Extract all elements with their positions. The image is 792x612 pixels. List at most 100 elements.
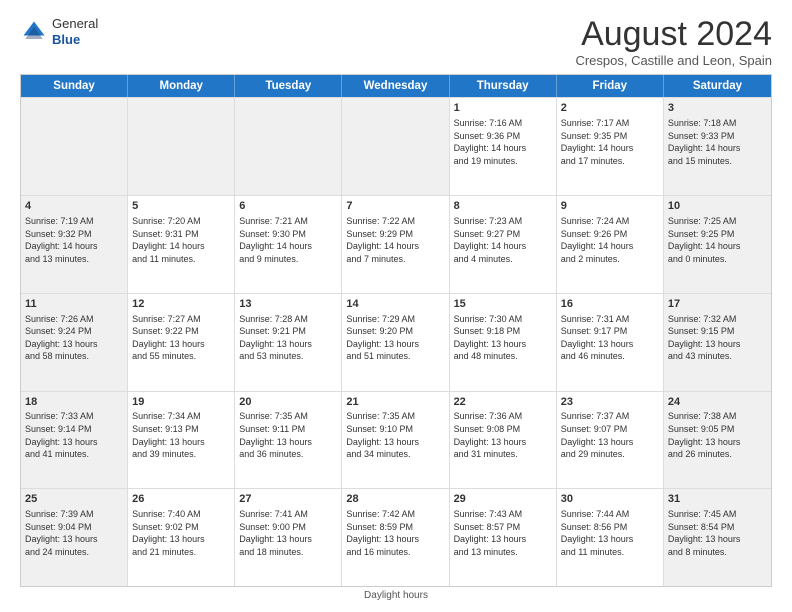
cell-detail: Sunrise: 7:42 AM Sunset: 8:59 PM Dayligh… <box>346 508 444 558</box>
day-number: 22 <box>454 395 552 410</box>
cal-cell-empty <box>235 98 342 195</box>
day-number: 5 <box>132 199 230 214</box>
cal-cell-empty <box>342 98 449 195</box>
cal-cell-13: 13Sunrise: 7:28 AM Sunset: 9:21 PM Dayli… <box>235 294 342 391</box>
cal-cell-5: 5Sunrise: 7:20 AM Sunset: 9:31 PM Daylig… <box>128 196 235 293</box>
cell-detail: Sunrise: 7:23 AM Sunset: 9:27 PM Dayligh… <box>454 215 552 265</box>
cell-detail: Sunrise: 7:44 AM Sunset: 8:56 PM Dayligh… <box>561 508 659 558</box>
cal-cell-19: 19Sunrise: 7:34 AM Sunset: 9:13 PM Dayli… <box>128 392 235 489</box>
cell-detail: Sunrise: 7:17 AM Sunset: 9:35 PM Dayligh… <box>561 117 659 167</box>
cal-cell-empty <box>128 98 235 195</box>
day-number: 30 <box>561 492 659 507</box>
day-of-week-wednesday: Wednesday <box>342 75 449 97</box>
cal-cell-1: 1Sunrise: 7:16 AM Sunset: 9:36 PM Daylig… <box>450 98 557 195</box>
logo: General Blue <box>20 16 98 47</box>
cell-detail: Sunrise: 7:35 AM Sunset: 9:11 PM Dayligh… <box>239 410 337 460</box>
cal-cell-6: 6Sunrise: 7:21 AM Sunset: 9:30 PM Daylig… <box>235 196 342 293</box>
cal-cell-26: 26Sunrise: 7:40 AM Sunset: 9:02 PM Dayli… <box>128 489 235 586</box>
calendar: SundayMondayTuesdayWednesdayThursdayFrid… <box>20 74 772 587</box>
day-of-week-monday: Monday <box>128 75 235 97</box>
cal-cell-12: 12Sunrise: 7:27 AM Sunset: 9:22 PM Dayli… <box>128 294 235 391</box>
cal-cell-31: 31Sunrise: 7:45 AM Sunset: 8:54 PM Dayli… <box>664 489 771 586</box>
cell-detail: Sunrise: 7:16 AM Sunset: 9:36 PM Dayligh… <box>454 117 552 167</box>
cell-detail: Sunrise: 7:45 AM Sunset: 8:54 PM Dayligh… <box>668 508 767 558</box>
day-number: 9 <box>561 199 659 214</box>
cal-cell-3: 3Sunrise: 7:18 AM Sunset: 9:33 PM Daylig… <box>664 98 771 195</box>
day-number: 27 <box>239 492 337 507</box>
calendar-body: 1Sunrise: 7:16 AM Sunset: 9:36 PM Daylig… <box>21 97 771 586</box>
cell-detail: Sunrise: 7:33 AM Sunset: 9:14 PM Dayligh… <box>25 410 123 460</box>
day-number: 19 <box>132 395 230 410</box>
day-number: 31 <box>668 492 767 507</box>
day-number: 15 <box>454 297 552 312</box>
logo-icon <box>20 18 48 46</box>
cell-detail: Sunrise: 7:32 AM Sunset: 9:15 PM Dayligh… <box>668 313 767 363</box>
day-number: 25 <box>25 492 123 507</box>
day-number: 16 <box>561 297 659 312</box>
footer-note: Daylight hours <box>20 587 772 602</box>
day-number: 17 <box>668 297 767 312</box>
calendar-row-5: 25Sunrise: 7:39 AM Sunset: 9:04 PM Dayli… <box>21 488 771 586</box>
cell-detail: Sunrise: 7:19 AM Sunset: 9:32 PM Dayligh… <box>25 215 123 265</box>
location: Crespos, Castille and Leon, Spain <box>575 53 772 68</box>
cal-cell-24: 24Sunrise: 7:38 AM Sunset: 9:05 PM Dayli… <box>664 392 771 489</box>
day-number: 8 <box>454 199 552 214</box>
cal-cell-17: 17Sunrise: 7:32 AM Sunset: 9:15 PM Dayli… <box>664 294 771 391</box>
day-number: 13 <box>239 297 337 312</box>
calendar-row-4: 18Sunrise: 7:33 AM Sunset: 9:14 PM Dayli… <box>21 391 771 489</box>
cal-cell-15: 15Sunrise: 7:30 AM Sunset: 9:18 PM Dayli… <box>450 294 557 391</box>
day-number: 2 <box>561 101 659 116</box>
cell-detail: Sunrise: 7:27 AM Sunset: 9:22 PM Dayligh… <box>132 313 230 363</box>
cell-detail: Sunrise: 7:18 AM Sunset: 9:33 PM Dayligh… <box>668 117 767 167</box>
cal-cell-9: 9Sunrise: 7:24 AM Sunset: 9:26 PM Daylig… <box>557 196 664 293</box>
cal-cell-25: 25Sunrise: 7:39 AM Sunset: 9:04 PM Dayli… <box>21 489 128 586</box>
cell-detail: Sunrise: 7:24 AM Sunset: 9:26 PM Dayligh… <box>561 215 659 265</box>
cell-detail: Sunrise: 7:43 AM Sunset: 8:57 PM Dayligh… <box>454 508 552 558</box>
day-of-week-tuesday: Tuesday <box>235 75 342 97</box>
day-number: 24 <box>668 395 767 410</box>
cell-detail: Sunrise: 7:22 AM Sunset: 9:29 PM Dayligh… <box>346 215 444 265</box>
day-of-week-saturday: Saturday <box>664 75 771 97</box>
calendar-row-1: 1Sunrise: 7:16 AM Sunset: 9:36 PM Daylig… <box>21 97 771 195</box>
cell-detail: Sunrise: 7:37 AM Sunset: 9:07 PM Dayligh… <box>561 410 659 460</box>
calendar-header: SundayMondayTuesdayWednesdayThursdayFrid… <box>21 75 771 97</box>
page: General Blue August 2024 Crespos, Castil… <box>0 0 792 612</box>
logo-general-text: General <box>52 16 98 31</box>
cal-cell-18: 18Sunrise: 7:33 AM Sunset: 9:14 PM Dayli… <box>21 392 128 489</box>
cal-cell-20: 20Sunrise: 7:35 AM Sunset: 9:11 PM Dayli… <box>235 392 342 489</box>
day-number: 11 <box>25 297 123 312</box>
cell-detail: Sunrise: 7:41 AM Sunset: 9:00 PM Dayligh… <box>239 508 337 558</box>
cell-detail: Sunrise: 7:26 AM Sunset: 9:24 PM Dayligh… <box>25 313 123 363</box>
cell-detail: Sunrise: 7:31 AM Sunset: 9:17 PM Dayligh… <box>561 313 659 363</box>
cell-detail: Sunrise: 7:25 AM Sunset: 9:25 PM Dayligh… <box>668 215 767 265</box>
cell-detail: Sunrise: 7:36 AM Sunset: 9:08 PM Dayligh… <box>454 410 552 460</box>
cal-cell-21: 21Sunrise: 7:35 AM Sunset: 9:10 PM Dayli… <box>342 392 449 489</box>
cell-detail: Sunrise: 7:39 AM Sunset: 9:04 PM Dayligh… <box>25 508 123 558</box>
cal-cell-10: 10Sunrise: 7:25 AM Sunset: 9:25 PM Dayli… <box>664 196 771 293</box>
cal-cell-22: 22Sunrise: 7:36 AM Sunset: 9:08 PM Dayli… <box>450 392 557 489</box>
day-number: 20 <box>239 395 337 410</box>
day-of-week-sunday: Sunday <box>21 75 128 97</box>
cell-detail: Sunrise: 7:21 AM Sunset: 9:30 PM Dayligh… <box>239 215 337 265</box>
day-number: 3 <box>668 101 767 116</box>
cal-cell-2: 2Sunrise: 7:17 AM Sunset: 9:35 PM Daylig… <box>557 98 664 195</box>
day-number: 26 <box>132 492 230 507</box>
cell-detail: Sunrise: 7:30 AM Sunset: 9:18 PM Dayligh… <box>454 313 552 363</box>
day-of-week-friday: Friday <box>557 75 664 97</box>
cal-cell-empty <box>21 98 128 195</box>
cell-detail: Sunrise: 7:35 AM Sunset: 9:10 PM Dayligh… <box>346 410 444 460</box>
day-number: 21 <box>346 395 444 410</box>
cal-cell-7: 7Sunrise: 7:22 AM Sunset: 9:29 PM Daylig… <box>342 196 449 293</box>
day-number: 10 <box>668 199 767 214</box>
cell-detail: Sunrise: 7:20 AM Sunset: 9:31 PM Dayligh… <box>132 215 230 265</box>
day-number: 12 <box>132 297 230 312</box>
cal-cell-27: 27Sunrise: 7:41 AM Sunset: 9:00 PM Dayli… <box>235 489 342 586</box>
cell-detail: Sunrise: 7:38 AM Sunset: 9:05 PM Dayligh… <box>668 410 767 460</box>
day-number: 1 <box>454 101 552 116</box>
calendar-row-3: 11Sunrise: 7:26 AM Sunset: 9:24 PM Dayli… <box>21 293 771 391</box>
calendar-row-2: 4Sunrise: 7:19 AM Sunset: 9:32 PM Daylig… <box>21 195 771 293</box>
day-number: 4 <box>25 199 123 214</box>
cal-cell-8: 8Sunrise: 7:23 AM Sunset: 9:27 PM Daylig… <box>450 196 557 293</box>
cell-detail: Sunrise: 7:28 AM Sunset: 9:21 PM Dayligh… <box>239 313 337 363</box>
cal-cell-28: 28Sunrise: 7:42 AM Sunset: 8:59 PM Dayli… <box>342 489 449 586</box>
